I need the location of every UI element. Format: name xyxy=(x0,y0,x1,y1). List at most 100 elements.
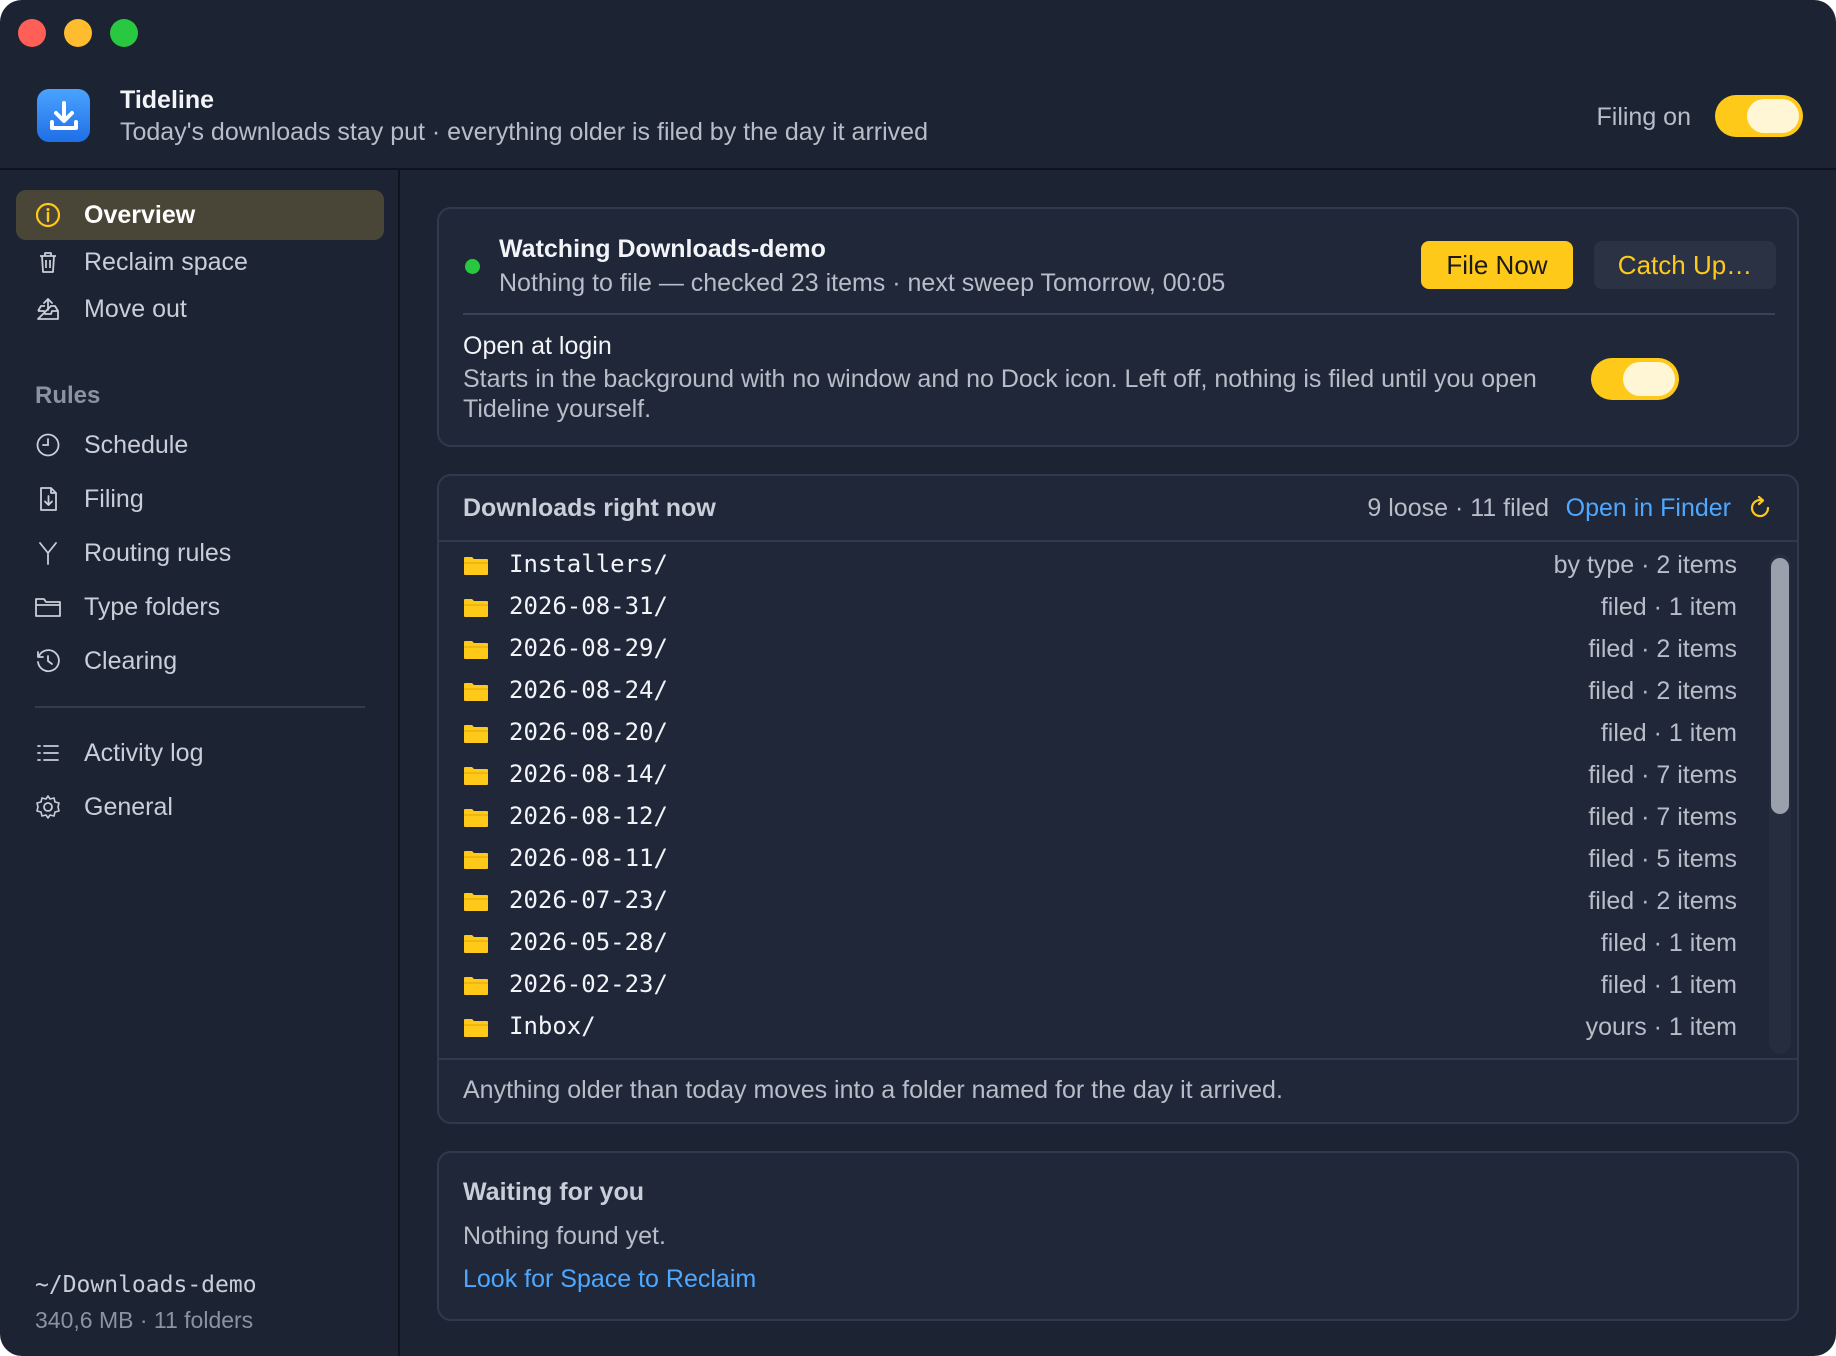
download-folder-row[interactable]: 2026-08-14/filed · 7 items xyxy=(439,754,1797,796)
download-folder-row[interactable]: 2026-07-23/filed · 2 items xyxy=(439,880,1797,922)
trash-icon xyxy=(34,248,62,276)
app-download-icon xyxy=(37,89,90,142)
watching-detail: Nothing to file — checked 23 items · nex… xyxy=(499,269,1226,297)
folder-name: 2026-08-14/ xyxy=(509,760,668,788)
downloads-title: Downloads right now xyxy=(463,494,716,522)
folder-name: 2026-05-28/ xyxy=(509,928,668,956)
toggle-knob xyxy=(1623,362,1675,396)
sidebar-item-clearing[interactable]: Clearing xyxy=(16,636,384,686)
folder-icon xyxy=(463,598,489,618)
watching-status-dot xyxy=(465,259,480,274)
download-folder-row[interactable]: 2026-08-31/filed · 1 item xyxy=(439,586,1797,628)
sidebar-item-label: Move out xyxy=(84,294,187,323)
download-folder-row[interactable]: 2026-02-23/filed · 1 item xyxy=(439,964,1797,1006)
window-controls xyxy=(18,19,138,47)
downloads-header: Downloads right now 9 loose · 11 filed O… xyxy=(439,476,1797,542)
download-folder-row[interactable]: 2026-08-20/filed · 1 item xyxy=(439,712,1797,754)
sidebar-item-label: Clearing xyxy=(84,646,178,675)
download-folder-row[interactable]: 2026-08-11/filed · 5 items xyxy=(439,838,1797,880)
file-now-button[interactable]: File Now xyxy=(1421,241,1573,289)
sidebar-item-activity-log[interactable]: Activity log xyxy=(16,728,384,778)
sidebar-item-label: Routing rules xyxy=(84,538,232,567)
download-folder-row[interactable]: 2026-08-24/filed · 2 items xyxy=(439,670,1797,712)
filing-toggle-label: Filing on xyxy=(1596,103,1692,131)
folder-meta: filed · 1 item xyxy=(1600,929,1737,957)
zoom-window-button[interactable] xyxy=(110,19,138,47)
folder-name: 2026-08-29/ xyxy=(509,634,668,662)
look-for-space-link[interactable]: Look for Space to Reclaim xyxy=(463,1265,756,1294)
downloads-stats: 340,6 MB · 11 folders xyxy=(35,1307,254,1333)
sidebar-divider xyxy=(35,706,365,708)
waiting-title: Waiting for you xyxy=(463,1178,644,1206)
folder-icon xyxy=(34,593,62,621)
folder-icon xyxy=(463,724,489,744)
folder-name: 2026-08-12/ xyxy=(509,802,668,830)
folder-icon xyxy=(463,976,489,996)
scrollbar-thumb[interactable] xyxy=(1771,558,1789,814)
filing-toggle[interactable] xyxy=(1715,95,1803,137)
folder-icon xyxy=(463,766,489,786)
folder-icon xyxy=(463,1018,489,1038)
download-folder-row[interactable]: 2026-08-12/filed · 7 items xyxy=(439,796,1797,838)
close-window-button[interactable] xyxy=(18,19,46,47)
folder-meta: filed · 2 items xyxy=(1588,887,1737,915)
tray-upload-icon xyxy=(34,295,62,323)
sidebar-item-label: Type folders xyxy=(84,592,221,621)
minimize-window-button[interactable] xyxy=(64,19,92,47)
card-divider xyxy=(463,313,1775,315)
gear-icon xyxy=(34,793,62,821)
app-title: Tideline xyxy=(120,86,215,114)
folder-meta: filed · 5 items xyxy=(1588,845,1737,873)
open-at-login-toggle[interactable] xyxy=(1591,358,1679,400)
downloads-list[interactable]: Installers/by type · 2 items 2026-08-31/f… xyxy=(439,544,1797,1054)
sidebar-item-reclaim-space[interactable]: Reclaim space xyxy=(16,237,384,287)
sidebar-item-type-folders[interactable]: Type folders xyxy=(16,582,384,632)
folder-meta: filed · 2 items xyxy=(1588,635,1737,663)
downloads-footer: Anything older than today moves into a f… xyxy=(439,1058,1797,1122)
clock-icon xyxy=(34,431,62,459)
folder-icon xyxy=(463,808,489,828)
folder-name: Inbox/ xyxy=(509,1012,596,1040)
folder-meta: filed · 1 item xyxy=(1600,719,1737,747)
app-subtitle: Today's downloads stay put · everything … xyxy=(120,118,928,146)
app-header: Tideline Today's downloads stay put · ev… xyxy=(0,62,1836,170)
open-in-finder-link[interactable]: Open in Finder xyxy=(1566,494,1731,523)
sidebar-item-schedule[interactable]: Schedule xyxy=(16,420,384,470)
folder-meta: yours · 1 item xyxy=(1585,1013,1737,1041)
downloads-scrollbar[interactable] xyxy=(1769,554,1791,1054)
folder-name: Installers/ xyxy=(509,550,668,578)
download-folder-row[interactable]: Installers/by type · 2 items xyxy=(439,544,1797,586)
folder-meta: by type · 2 items xyxy=(1553,551,1737,579)
sidebar-item-label: Reclaim space xyxy=(84,247,248,276)
sidebar-item-filing[interactable]: Filing xyxy=(16,474,384,524)
catch-up-button[interactable]: Catch Up… xyxy=(1594,241,1776,289)
app-window: Tideline Today's downloads stay put · ev… xyxy=(0,0,1836,1356)
fork-icon xyxy=(34,539,62,567)
refresh-icon[interactable] xyxy=(1745,493,1775,523)
download-folder-row[interactable]: 2026-05-28/filed · 1 item xyxy=(439,922,1797,964)
sidebar-item-general[interactable]: General xyxy=(16,782,384,832)
download-folder-row[interactable]: Inbox/yours · 1 item xyxy=(439,1006,1797,1048)
folder-meta: filed · 7 items xyxy=(1588,761,1737,789)
downloads-footer-text: Anything older than today moves into a f… xyxy=(463,1076,1283,1104)
open-at-login-description: Starts in the background with no window … xyxy=(463,365,1537,423)
downloads-counts: 9 loose · 11 filed xyxy=(1367,494,1549,522)
folder-meta: filed · 1 item xyxy=(1600,971,1737,999)
folder-name: 2026-08-31/ xyxy=(509,592,668,620)
sidebar-item-overview[interactable]: Overview xyxy=(16,190,384,240)
toggle-knob xyxy=(1747,99,1799,133)
folder-icon xyxy=(463,934,489,954)
rules-heading: Rules xyxy=(35,382,101,409)
sidebar-item-move-out[interactable]: Move out xyxy=(16,284,384,334)
folder-name: 2026-08-11/ xyxy=(509,844,668,872)
folder-meta: filed · 1 item xyxy=(1600,593,1737,621)
waiting-card: Waiting for you Nothing found yet. Look … xyxy=(437,1151,1799,1321)
list-icon xyxy=(34,739,62,767)
download-folder-row[interactable]: 2026-08-29/filed · 2 items xyxy=(439,628,1797,670)
sidebar-item-label: Overview xyxy=(84,200,196,229)
sidebar-item-label: General xyxy=(84,792,173,821)
folder-icon xyxy=(463,556,489,576)
document-download-icon xyxy=(34,485,62,513)
sidebar-item-routing-rules[interactable]: Routing rules xyxy=(16,528,384,578)
folder-icon xyxy=(463,682,489,702)
